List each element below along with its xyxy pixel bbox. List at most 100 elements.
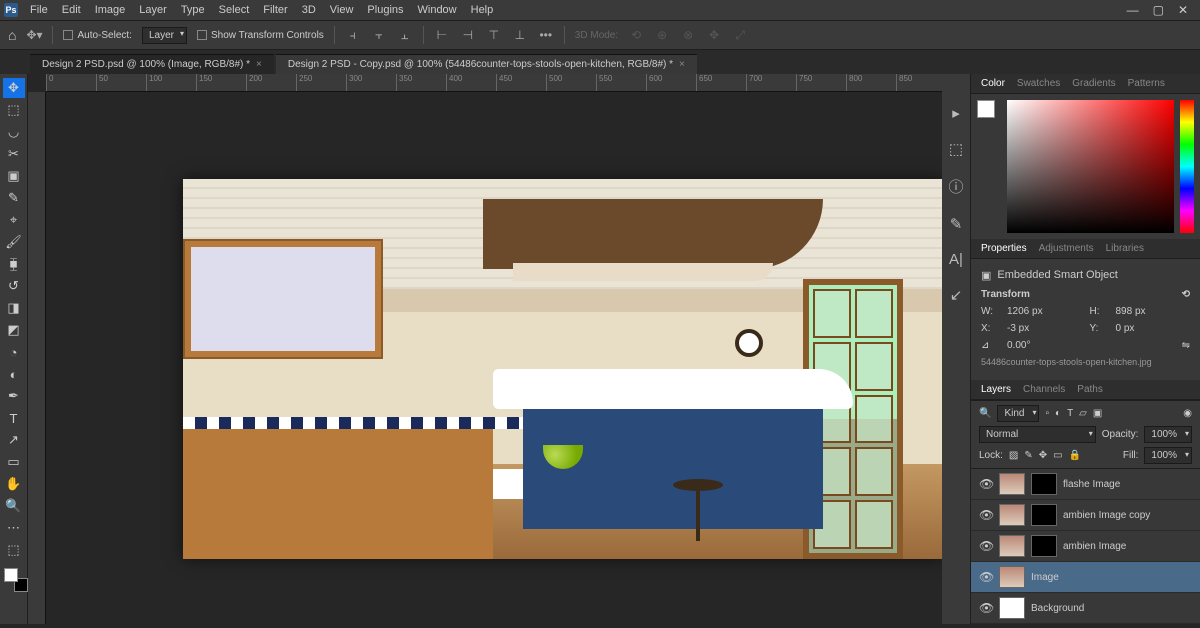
lock-all-icon[interactable]: 🔒 (1069, 450, 1081, 461)
history-brush-tool[interactable]: ↺ (3, 276, 25, 296)
tab-properties[interactable]: Properties (981, 243, 1027, 254)
lock-artboard-icon[interactable]: ▭ (1053, 450, 1062, 461)
hand-tool[interactable]: ✋ (3, 474, 25, 494)
menu-plugins[interactable]: Plugins (361, 2, 409, 18)
edit-toolbar[interactable]: ⬚ (3, 540, 25, 560)
heal-tool[interactable]: ⌖ (3, 210, 25, 230)
align-vcenter-icon[interactable]: ⫟ (371, 27, 387, 43)
menu-help[interactable]: Help (465, 2, 500, 18)
lock-position-icon[interactable]: ✥ (1039, 450, 1047, 461)
color-swatch[interactable] (4, 568, 24, 588)
layer-row[interactable]: 👁ambien Image (971, 531, 1200, 562)
color-fg-swatch[interactable] (977, 100, 995, 118)
lock-pixels-icon[interactable]: ▨ (1009, 450, 1018, 461)
layer-thumbnail[interactable] (999, 473, 1025, 495)
document-tab[interactable]: Design 2 PSD - Copy.psd @ 100% (54486cou… (276, 54, 697, 74)
tab-color[interactable]: Color (981, 78, 1005, 89)
align-bottom-icon[interactable]: ⫠ (397, 27, 413, 43)
auto-select-dropdown[interactable]: Layer (142, 27, 187, 44)
path-tool[interactable]: ↗ (3, 430, 25, 450)
info-panel-icon[interactable]: ⓘ (948, 176, 963, 197)
brushes-panel-icon[interactable]: ✎ (950, 215, 963, 233)
align-right-icon[interactable]: ⊤ (486, 27, 502, 43)
tab-swatches[interactable]: Swatches (1017, 78, 1060, 89)
tab-patterns[interactable]: Patterns (1128, 78, 1165, 89)
gradient-tool[interactable]: ◩ (3, 320, 25, 340)
distribute-icon[interactable]: ⊥ (512, 27, 528, 43)
stamp-tool[interactable]: ⧯ (3, 254, 25, 274)
show-transform-checkbox[interactable]: Show Transform Controls (197, 30, 324, 41)
maximize-button[interactable]: ▢ (1153, 3, 1164, 17)
eyedropper-tool[interactable]: ✎ (3, 188, 25, 208)
document-tab[interactable]: Design 2 PSD.psd @ 100% (Image, RGB/8#) … (30, 54, 274, 74)
layer-name[interactable]: ambien Image copy (1063, 510, 1150, 521)
x-value[interactable]: -3 px (1007, 323, 1082, 334)
layer-name[interactable]: Background (1031, 603, 1084, 614)
brush-tool[interactable]: 🖌 (3, 232, 25, 252)
type-tool[interactable]: T (3, 408, 25, 428)
tab-paths[interactable]: Paths (1077, 384, 1103, 395)
more-align-icon[interactable]: ••• (538, 27, 554, 43)
filter-shape-icon[interactable]: ▱ (1079, 408, 1087, 419)
auto-select-checkbox[interactable]: Auto-Select: (63, 30, 131, 41)
visibility-icon[interactable]: 👁 (979, 508, 993, 522)
tab-close-icon[interactable]: × (256, 59, 262, 70)
filter-smart-icon[interactable]: ▣ (1093, 408, 1102, 419)
menu-layer[interactable]: Layer (133, 2, 173, 18)
menu-view[interactable]: View (324, 2, 360, 18)
visibility-icon[interactable]: 👁 (979, 570, 993, 584)
layer-thumbnail[interactable] (999, 535, 1025, 557)
align-top-icon[interactable]: ⫞ (345, 27, 361, 43)
menu-filter[interactable]: Filter (257, 2, 293, 18)
y-value[interactable]: 0 px (1116, 323, 1191, 334)
menu-select[interactable]: Select (213, 2, 256, 18)
close-button[interactable]: ✕ (1178, 3, 1188, 17)
shape-tool[interactable]: ▭ (3, 452, 25, 472)
move-tool[interactable]: ✥ (3, 78, 25, 98)
home-icon[interactable]: ⌂ (8, 27, 16, 43)
more-tools[interactable]: ⋯ (3, 518, 25, 538)
menu-type[interactable]: Type (175, 2, 211, 18)
flip-h-icon[interactable]: ⇋ (1182, 340, 1190, 351)
visibility-icon[interactable]: 👁 (979, 477, 993, 491)
menu-window[interactable]: Window (412, 2, 463, 18)
zoom-tool[interactable]: 🔍 (3, 496, 25, 516)
search-icon[interactable]: 🔍 (979, 408, 991, 419)
color-picker-rect[interactable] (1007, 100, 1174, 233)
frame-tool[interactable]: ▣ (3, 166, 25, 186)
actions-panel-icon[interactable]: ⬚ (949, 140, 963, 158)
width-value[interactable]: 1206 px (1007, 306, 1082, 317)
eraser-tool[interactable]: ◨ (3, 298, 25, 318)
layer-name[interactable]: flashe Image (1063, 479, 1120, 490)
lock-paint-icon[interactable]: ✎ (1024, 450, 1032, 461)
filter-toggle[interactable]: ◉ (1183, 408, 1192, 419)
align-hcenter-icon[interactable]: ⊣ (460, 27, 476, 43)
layer-thumbnail[interactable] (999, 504, 1025, 526)
blend-mode-dropdown[interactable]: Normal (979, 426, 1096, 443)
tab-gradients[interactable]: Gradients (1072, 78, 1115, 89)
canvas[interactable] (183, 179, 942, 559)
tab-libraries[interactable]: Libraries (1106, 243, 1144, 254)
minimize-button[interactable]: — (1127, 3, 1139, 17)
layer-mask-thumbnail[interactable] (1031, 504, 1057, 526)
visibility-icon[interactable]: 👁 (979, 601, 993, 615)
move-tool-icon[interactable]: ✥▾ (26, 27, 42, 43)
layer-row[interactable]: 👁 flashe Image (971, 469, 1200, 500)
layer-row[interactable]: 👁Image (971, 562, 1200, 593)
hue-slider[interactable] (1180, 100, 1194, 233)
align-left-icon[interactable]: ⊢ (434, 27, 450, 43)
pen-tool[interactable]: ✒ (3, 386, 25, 406)
blur-tool[interactable]: ◔ (3, 342, 25, 362)
filter-image-icon[interactable]: ▫ (1045, 408, 1049, 419)
angle-value[interactable]: 0.00° (1007, 340, 1174, 351)
layer-thumbnail[interactable] (999, 566, 1025, 588)
menu-3d[interactable]: 3D (296, 2, 322, 18)
tab-close-icon[interactable]: × (679, 59, 685, 70)
menu-image[interactable]: Image (89, 2, 132, 18)
visibility-icon[interactable]: 👁 (979, 539, 993, 553)
menu-file[interactable]: File (24, 2, 54, 18)
filter-type-icon[interactable]: T (1067, 408, 1073, 419)
foreground-color[interactable] (4, 568, 18, 582)
tab-adjustments[interactable]: Adjustments (1039, 243, 1094, 254)
character-panel-icon[interactable]: A| (949, 251, 963, 268)
